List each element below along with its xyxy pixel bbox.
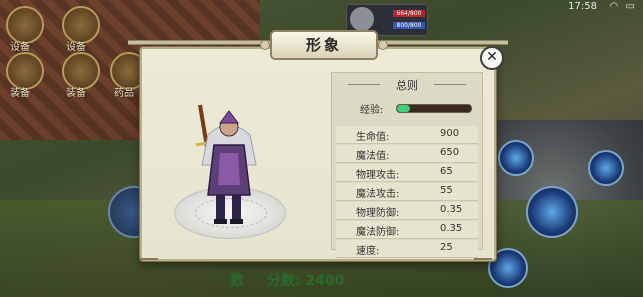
stat-value: 55 bbox=[440, 185, 453, 196]
stat-name: 魔法攻击: bbox=[356, 189, 400, 200]
stat-name: 速度: bbox=[356, 246, 380, 257]
stat-value: 0.35 bbox=[440, 204, 463, 215]
hud-slot-1-label: 设备 bbox=[10, 42, 30, 53]
stat-value: 25 bbox=[440, 242, 453, 253]
stat-value: 650 bbox=[440, 147, 460, 158]
stat-name: 物理防御: bbox=[356, 208, 400, 219]
hud-slot-5-label: 药品 bbox=[114, 88, 134, 99]
exp-bar-fill bbox=[397, 105, 411, 112]
player-avatar bbox=[350, 7, 374, 31]
score-label: 数 bbox=[230, 273, 244, 289]
exp-bar bbox=[396, 104, 472, 113]
stat-row: 魔法攻击: 55 bbox=[336, 183, 478, 201]
stat-row: 魔法防御: 0.35 bbox=[336, 221, 478, 239]
wifi-battery-icons: ◠ ▭ bbox=[609, 1, 637, 12]
stat-row: 生命值: 900 bbox=[336, 126, 478, 144]
stat-row: 魔法值: 650 bbox=[336, 145, 478, 163]
score-value: 2400 bbox=[305, 273, 345, 289]
character-preview bbox=[170, 95, 320, 245]
stats-header: 总则 bbox=[332, 77, 482, 93]
header-deco-left bbox=[348, 84, 380, 85]
hud-slot-3-label: 装备 bbox=[10, 88, 30, 99]
close-button[interactable]: ✕ bbox=[480, 46, 504, 70]
hud-slot-2-label: 设备 bbox=[66, 42, 86, 53]
score-display: 数 分数: 2400 bbox=[230, 270, 344, 290]
mp-bar: 800/800 bbox=[393, 22, 425, 29]
hud-slot-4-label: 装备 bbox=[66, 88, 86, 99]
stat-list: 生命值: 900 魔法值: 650 物理攻击: 65 魔法攻击: 55 物理防御: 0.35 魔法防… bbox=[336, 126, 478, 259]
skill-button-3[interactable] bbox=[588, 150, 624, 186]
stat-row: 物理防御: 0.35 bbox=[336, 202, 478, 220]
score-label-2: 分数: bbox=[266, 273, 301, 289]
hp-bar: 664/800 bbox=[393, 10, 425, 17]
dialog-title: 形象 bbox=[260, 30, 388, 60]
status-time: 17:58 bbox=[568, 1, 597, 12]
header-deco-right bbox=[434, 84, 466, 85]
stat-row: 物理攻击: 65 bbox=[336, 164, 478, 182]
stat-value: 65 bbox=[440, 166, 453, 177]
exp-label: 经验: bbox=[360, 105, 384, 116]
dialog-corner-bl bbox=[140, 258, 158, 270]
stat-name: 物理攻击: bbox=[356, 170, 400, 181]
stats-panel: 总则 经验: 生命值: 900 魔法值: 650 物理攻击: 65 魔法攻击: 55 物理防御:… bbox=[331, 72, 483, 258]
close-icon: ✕ bbox=[486, 49, 498, 65]
stats-title: 总则 bbox=[396, 79, 418, 92]
warrior-character-icon bbox=[195, 104, 257, 224]
stat-value: 0.35 bbox=[440, 223, 463, 234]
stat-name: 魔法防御: bbox=[356, 227, 400, 238]
stat-name: 生命值: bbox=[356, 132, 390, 143]
stat-row: 速度: 25 bbox=[336, 240, 478, 258]
skill-button-2[interactable] bbox=[498, 140, 534, 176]
dialog-corner-br bbox=[474, 258, 492, 270]
stat-name: 魔法值: bbox=[356, 151, 390, 162]
skill-button-main[interactable] bbox=[526, 186, 578, 238]
exp-row: 经验: bbox=[360, 101, 480, 116]
stat-value: 900 bbox=[440, 128, 460, 139]
